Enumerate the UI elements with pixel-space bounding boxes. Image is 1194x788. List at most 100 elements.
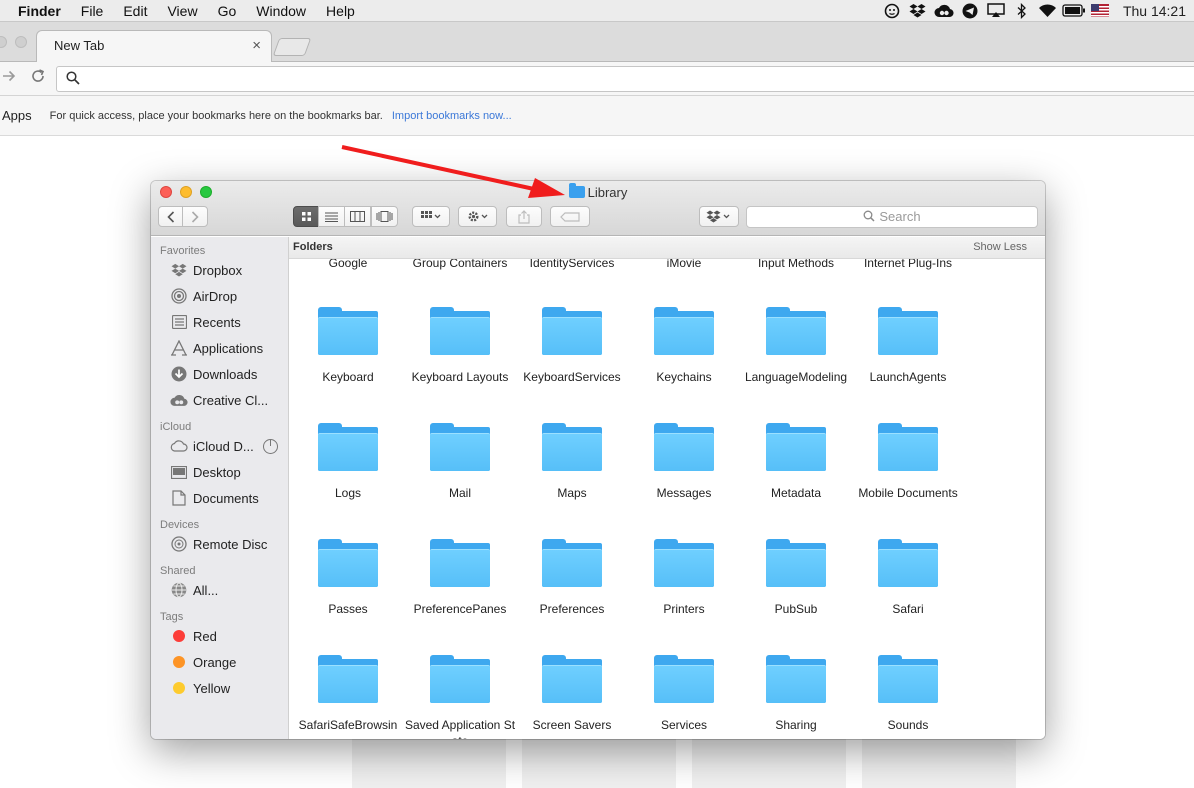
folder-item[interactable]: SafariSafeBrowsin xyxy=(292,655,404,739)
folder-item[interactable]: Screen Savers xyxy=(516,655,628,739)
sidebar-item-applications[interactable]: Applications xyxy=(151,335,288,361)
folder-item[interactable]: Input Methods xyxy=(740,255,852,287)
wifi-icon[interactable] xyxy=(1035,0,1061,22)
sidebar-item-desktop[interactable]: Desktop xyxy=(151,459,288,485)
folder-item[interactable]: KeyboardServices xyxy=(516,307,628,401)
folder-item[interactable]: Saved Application State xyxy=(404,655,516,739)
menu-edit[interactable]: Edit xyxy=(113,0,157,22)
forward-button[interactable] xyxy=(182,206,208,227)
folder-item[interactable]: Sounds xyxy=(852,655,964,739)
folder-item[interactable]: Logs xyxy=(292,423,404,517)
action-button[interactable] xyxy=(458,206,497,227)
folder-item[interactable]: Sharing xyxy=(740,655,852,739)
airplay-icon[interactable] xyxy=(983,0,1009,22)
folder-label: Keyboard xyxy=(322,370,374,384)
folder-item[interactable]: Services xyxy=(628,655,740,739)
forward-arrow-icon[interactable] xyxy=(2,68,16,88)
thumbnail-tile[interactable] xyxy=(692,738,846,788)
folder-item[interactable]: Maps xyxy=(516,423,628,517)
folder-item[interactable]: PubSub xyxy=(740,539,852,633)
folder-item[interactable]: Metadata xyxy=(740,423,852,517)
sidebar-item-downloads[interactable]: Downloads xyxy=(151,361,288,387)
cover-flow-icon xyxy=(376,211,393,222)
folder-item[interactable]: Google xyxy=(292,255,404,287)
sidebar-item-airdrop[interactable]: AirDrop xyxy=(151,283,288,309)
folder-item[interactable]: LaunchAgents xyxy=(852,307,964,401)
sidebar-item-recents[interactable]: Recents xyxy=(151,309,288,335)
thumbnail-tile[interactable] xyxy=(352,738,506,788)
list-view-button[interactable] xyxy=(318,206,345,227)
folder-item[interactable]: Keychains xyxy=(628,307,740,401)
folder-item[interactable]: Keyboard xyxy=(292,307,404,401)
folder-label: LaunchAgents xyxy=(869,370,947,384)
folder-item[interactable]: Printers xyxy=(628,539,740,633)
menu-help[interactable]: Help xyxy=(316,0,365,22)
window-minimize-dim[interactable] xyxy=(15,36,27,48)
sidebar-item-dropbox[interactable]: Dropbox xyxy=(151,257,288,283)
sidebar-item-tag-yellow[interactable]: Yellow xyxy=(151,675,288,701)
menu-go[interactable]: Go xyxy=(208,0,247,22)
dropbox-toolbar-button[interactable] xyxy=(699,206,739,227)
creative-cloud-icon[interactable] xyxy=(931,0,957,22)
sidebar-item-creative-cloud[interactable]: Creative Cl... xyxy=(151,387,288,413)
bluetooth-icon[interactable] xyxy=(1009,0,1035,22)
arrange-button[interactable] xyxy=(412,206,450,227)
folder-item[interactable]: PreferencePanes xyxy=(404,539,516,633)
window-title: Library xyxy=(151,183,1045,200)
folder-label: Screen Savers xyxy=(532,718,612,732)
folder-item[interactable]: Internet Plug-Ins xyxy=(852,255,964,287)
finder-search-field[interactable]: Search xyxy=(746,206,1038,228)
back-button[interactable] xyxy=(158,206,183,227)
sidebar-item-remote-disc[interactable]: Remote Disc xyxy=(151,531,288,557)
folder-icon xyxy=(766,307,826,355)
tab-new-tab[interactable]: New Tab × xyxy=(36,30,272,63)
apps-shortcut[interactable]: Apps xyxy=(2,108,32,123)
flag-icon[interactable] xyxy=(1087,0,1113,22)
folder-item[interactable]: Preferences xyxy=(516,539,628,633)
menu-clock[interactable]: Thu 14:21 xyxy=(1113,3,1190,19)
thumbnail-tile[interactable] xyxy=(522,738,676,788)
menu-finder[interactable]: Finder xyxy=(18,0,71,22)
folder-item[interactable]: LanguageModeling xyxy=(740,307,852,401)
folder-label: Internet Plug-Ins xyxy=(863,256,953,270)
column-view-button[interactable] xyxy=(344,206,371,227)
icon-view-button[interactable] xyxy=(293,206,319,227)
dropbox-icon[interactable] xyxy=(905,0,931,22)
share-button[interactable] xyxy=(506,206,542,227)
tags-button[interactable] xyxy=(550,206,590,227)
sidebar-item-all-shared[interactable]: All... xyxy=(151,577,288,603)
tab-close-icon[interactable]: × xyxy=(252,37,261,54)
folder-item[interactable]: Passes xyxy=(292,539,404,633)
show-less-button[interactable]: Show Less xyxy=(973,241,1027,253)
reload-icon[interactable] xyxy=(30,68,46,89)
address-bar[interactable] xyxy=(56,66,1194,92)
folder-item[interactable]: Keyboard Layouts xyxy=(404,307,516,401)
menu-view[interactable]: View xyxy=(157,0,207,22)
folder-item[interactable]: Group Containers xyxy=(404,255,516,287)
thumbnail-tile[interactable] xyxy=(862,738,1016,788)
folder-item[interactable]: Messages xyxy=(628,423,740,517)
folder-item[interactable]: Mail xyxy=(404,423,516,517)
folder-item[interactable]: IdentityServices xyxy=(516,255,628,287)
battery-icon[interactable] xyxy=(1061,0,1087,22)
folder-item[interactable]: Mobile Documents xyxy=(852,423,964,517)
cover-flow-view-button[interactable] xyxy=(371,206,398,227)
new-tab-button[interactable] xyxy=(272,38,312,56)
telegram-icon[interactable] xyxy=(957,0,983,22)
folder-item[interactable]: Safari xyxy=(852,539,964,633)
sidebar-item-tag-red[interactable]: Red xyxy=(151,623,288,649)
folder-label: Passes xyxy=(328,602,368,616)
sidebar-item-tag-orange[interactable]: Orange xyxy=(151,649,288,675)
folder-item[interactable]: iMovie xyxy=(628,255,740,287)
import-bookmarks-link[interactable]: Import bookmarks now... xyxy=(392,110,512,122)
finder-content: Google Group Containers IdentityServices iM… xyxy=(289,237,1045,739)
window-close-dim[interactable] xyxy=(0,36,7,48)
gauge-icon[interactable] xyxy=(879,0,905,22)
sidebar-item-documents[interactable]: Documents xyxy=(151,485,288,511)
folder-label: SafariSafeBrowsin xyxy=(298,718,398,732)
sidebar-item-icloud-drive[interactable]: iCloud D... xyxy=(151,433,288,459)
folder-label: LanguageModeling xyxy=(744,370,848,384)
menu-window[interactable]: Window xyxy=(246,0,316,22)
sidebar-item-label: All... xyxy=(193,582,219,598)
menu-file[interactable]: File xyxy=(71,0,114,22)
